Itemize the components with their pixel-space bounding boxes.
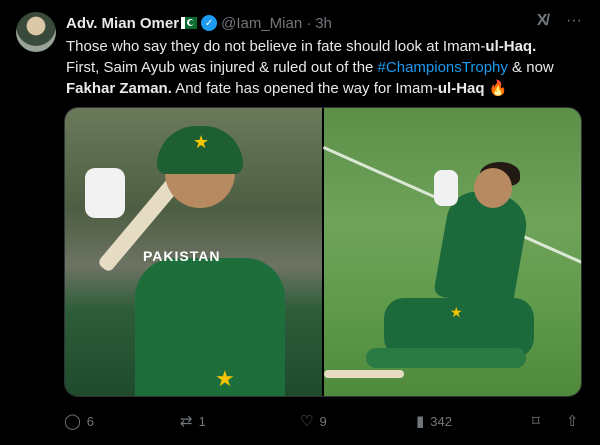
player-pads (366, 348, 526, 368)
player-head (474, 168, 512, 208)
reply-count: 6 (86, 413, 95, 429)
views-button[interactable]: ▮ 342 (416, 412, 452, 430)
tweet-text-bold: ul-Haq (485, 38, 533, 55)
repost-button[interactable]: ⇄ 1 (180, 412, 206, 430)
bookmark-button[interactable]: ⌑ (532, 412, 540, 430)
tweet-text-bold: ul-Haq (437, 80, 485, 97)
player-jersey (135, 258, 285, 396)
tweet[interactable]: Adv. Mian Omer ✓ @Iam_Mian · 3h X/ ··· T… (0, 0, 600, 445)
pakistan-flag-icon (181, 17, 198, 29)
views-chart-icon: ▮ (416, 413, 425, 430)
tweet-text-segment: First, Saim Ayub was injured & ruled out… (66, 59, 378, 76)
tweet-header: Adv. Mian Omer ✓ @Iam_Mian · 3h (66, 12, 586, 34)
verified-badge-icon: ✓ (201, 15, 218, 31)
bookmark-icon: ⌑ (532, 413, 540, 430)
hashtag-link[interactable]: #ChampionsTrophy (378, 59, 508, 76)
repost-count: 1 (198, 413, 206, 429)
tweet-text: Those who say they do not believe in fat… (66, 36, 586, 99)
tweet-media[interactable]: ★ PAKISTAN ★ ★ (64, 107, 582, 397)
tweet-top-actions: X/ ··· (537, 12, 582, 30)
more-options-icon[interactable]: ··· (566, 12, 582, 30)
tweet-text-bold: . (532, 38, 537, 55)
timestamp[interactable]: 3h (315, 15, 332, 32)
star-icon: ★ (450, 304, 463, 320)
star-icon: ★ (193, 132, 210, 152)
fire-emoji: 🔥 (488, 80, 508, 97)
share-button[interactable]: ⇧ (566, 412, 579, 430)
batting-glove (85, 168, 125, 218)
repost-icon: ⇄ (180, 413, 193, 430)
like-count: 9 (319, 413, 327, 429)
grok-icon[interactable]: X/ (537, 12, 550, 30)
reply-icon: ◯ (64, 413, 81, 430)
cricket-bat (324, 370, 404, 378)
media-image-batting[interactable]: ★ PAKISTAN ★ (65, 108, 322, 396)
avatar[interactable] (16, 12, 56, 52)
tweet-text-segment: Those who say they do not believe in fat… (66, 38, 486, 55)
like-button[interactable]: ♡ 9 (300, 412, 327, 430)
jersey-text: PAKISTAN (143, 248, 221, 264)
views-count: 342 (430, 413, 452, 429)
tweet-text-segment: & now (507, 59, 554, 76)
separator-dot: · (306, 14, 312, 32)
author-name[interactable]: Adv. Mian Omer (66, 15, 179, 32)
author-handle[interactable]: @Iam_Mian (221, 15, 302, 32)
star-icon: ★ (215, 366, 235, 391)
heart-icon: ♡ (300, 413, 314, 430)
tweet-text-bold: Fakhar Zaman. (66, 80, 172, 97)
share-icon: ⇧ (566, 413, 579, 430)
tweet-actions: ◯ 6 ⇄ 1 ♡ 9 ▮ 342 ⌑ ⇧ (64, 410, 584, 432)
media-image-celebration[interactable]: ★ (322, 108, 581, 396)
batting-gloves (434, 170, 458, 206)
tweet-text-segment: And fate has opened the way for Imam- (171, 80, 438, 97)
reply-button[interactable]: ◯ 6 (64, 412, 94, 430)
